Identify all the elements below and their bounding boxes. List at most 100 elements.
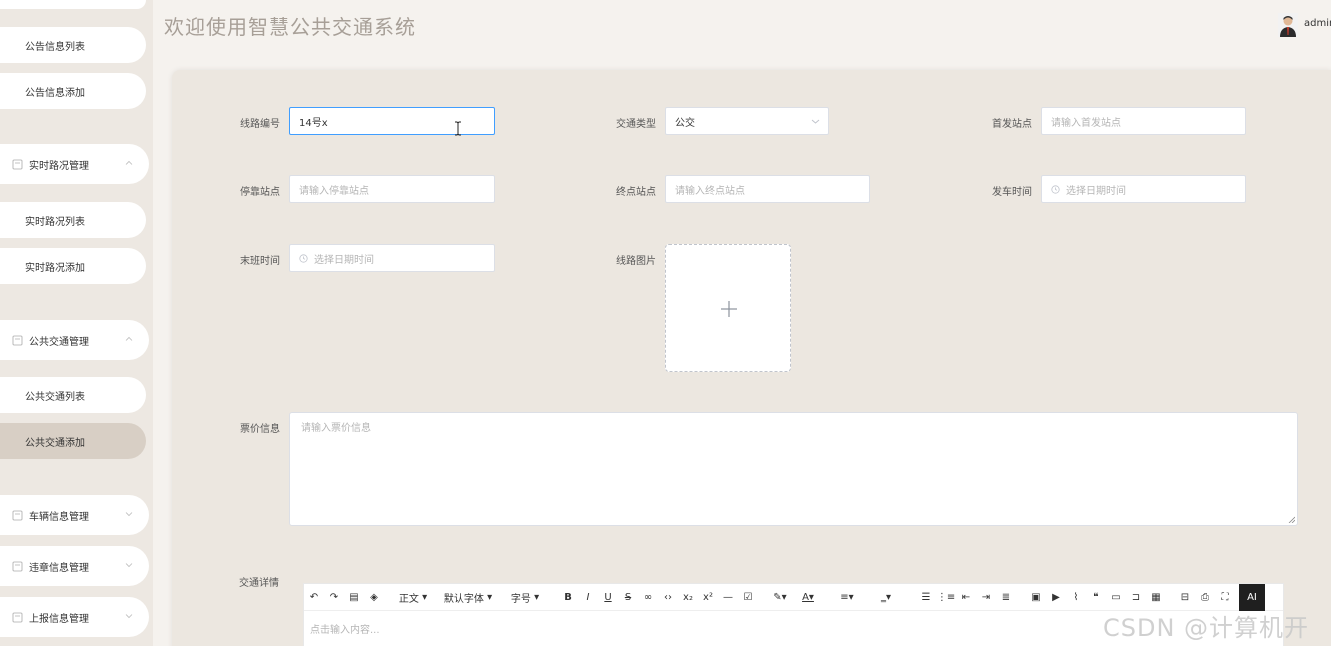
sidebar: 公告信息列表 公告信息添加 实时路况管理 实时路况列表 实时路况添加 公共交通管… [0, 0, 153, 646]
line-height-icon[interactable]: ‗▾ [875, 584, 897, 611]
chevron-down-icon [125, 563, 133, 568]
font-size-select[interactable]: 字号 ▾ [508, 584, 542, 611]
chevron-up-icon [125, 336, 133, 341]
quote-icon[interactable]: ❝ [1089, 584, 1103, 611]
sidebar-group-transit[interactable]: 公共交通管理 [0, 320, 149, 360]
sidebar-item-label: 违章信息管理 [29, 562, 89, 574]
chevron-down-icon [125, 614, 133, 619]
sidebar-item-label: 公共交通列表 [25, 391, 85, 403]
sidebar-item-label: 车辆信息管理 [29, 511, 89, 523]
document-icon [12, 510, 23, 520]
clear-format-icon[interactable]: ◈ [366, 584, 382, 611]
font-size-label: 字号 [510, 594, 531, 605]
sidebar-item-notice-add[interactable]: 公告信息添加 [0, 73, 146, 109]
ai-button[interactable]: AI [1239, 584, 1265, 611]
last-time-placeholder: 选择日期时间 [314, 254, 374, 266]
depart-time-label: 发车时间 [992, 187, 1032, 198]
fullscreen-icon[interactable]: ⛶ [1218, 584, 1232, 611]
first-station-label: 首发站点 [992, 119, 1032, 130]
route-image-label: 线路图片 [616, 256, 656, 267]
undo-icon[interactable]: ↶ [306, 584, 322, 611]
redo-icon[interactable]: ↷ [326, 584, 342, 611]
sidebar-group-report[interactable]: 上报信息管理 [0, 597, 149, 637]
chevron-down-icon [811, 119, 820, 124]
fare-textarea[interactable]: 请输入票价信息 [289, 412, 1298, 526]
subscript-icon[interactable]: x₂ [681, 584, 695, 611]
sidebar-item-label: 公告信息添加 [25, 87, 85, 99]
avatar[interactable] [1278, 13, 1298, 37]
font-select[interactable]: 默认字体 ▾ [442, 584, 494, 611]
sidebar-item-traffic-list[interactable]: 实时路况列表 [0, 202, 146, 238]
stop-station-input[interactable]: 请输入停靠站点 [289, 175, 495, 203]
depart-time-picker[interactable]: 选择日期时间 [1041, 175, 1246, 203]
align-icon[interactable]: ≡▾ [836, 584, 858, 611]
route-no-input[interactable]: 14号x [289, 107, 495, 135]
code-icon[interactable]: ‹› [661, 584, 675, 611]
first-station-placeholder: 请输入首发站点 [1051, 117, 1121, 129]
resize-handle-icon[interactable] [1288, 516, 1295, 523]
fare-placeholder: 请输入票价信息 [301, 423, 371, 434]
route-image-upload[interactable] [665, 244, 791, 372]
transport-type-select[interactable]: 公交 [665, 107, 829, 135]
image-icon[interactable]: ▣ [1029, 584, 1043, 611]
superscript-icon[interactable]: x² [701, 584, 715, 611]
bold-icon[interactable]: B [561, 584, 575, 611]
italic-icon[interactable]: I [581, 584, 595, 611]
numbered-list-icon[interactable]: ⋮≡ [937, 584, 955, 611]
plus-icon [721, 301, 737, 317]
last-time-picker[interactable]: 选择日期时间 [289, 244, 495, 272]
editor-toolbar: ↶ ↷ ▤ ◈ 正文 ▾ 默认字体 ▾ 字号 ▾ B I U S ∞ ‹› x₂… [304, 584, 1283, 611]
sidebar-item-partial [0, 0, 146, 9]
sidebar-item-label: 公告信息列表 [25, 41, 85, 53]
chevron-up-icon [125, 160, 133, 165]
bullet-list-icon[interactable]: ☰ [919, 584, 933, 611]
sidebar-item-transit-add[interactable]: 公共交通添加 [0, 423, 146, 459]
strikethrough-icon[interactable]: S [621, 584, 635, 611]
text-cursor-icon [455, 121, 461, 136]
clock-icon [1051, 184, 1060, 194]
depart-time-placeholder: 选择日期时间 [1066, 185, 1126, 197]
transport-type-value: 公交 [675, 117, 695, 129]
print-icon[interactable]: ⎙ [1198, 584, 1212, 611]
preview-icon[interactable]: ⊟ [1178, 584, 1192, 611]
video-icon[interactable]: ▶ [1049, 584, 1063, 611]
indent-decrease-icon[interactable]: ⇤ [959, 584, 973, 611]
sidebar-group-violation[interactable]: 违章信息管理 [0, 546, 149, 586]
paragraph-select[interactable]: 正文 ▾ [396, 584, 430, 611]
indent-increase-icon[interactable]: ⇥ [979, 584, 993, 611]
paragraph-label: 正文 [398, 594, 419, 605]
format-painter-icon[interactable]: ▤ [346, 584, 362, 611]
sidebar-item-label: 实时路况添加 [25, 262, 85, 274]
horizontal-rule-icon[interactable]: — [721, 584, 735, 611]
page-title: 欢迎使用智慧公共交通系统 [164, 15, 416, 39]
stop-station-placeholder: 请输入停靠站点 [299, 185, 369, 197]
table-icon[interactable]: ▦ [1149, 584, 1163, 611]
font-color-icon[interactable]: A▾ [797, 584, 819, 611]
document-icon [12, 612, 23, 622]
sidebar-item-label: 公共交通管理 [29, 336, 89, 348]
divider-icon[interactable]: ⊐ [1129, 584, 1143, 611]
link-icon[interactable]: ∞ [641, 584, 655, 611]
route-no-label: 线路编号 [240, 119, 280, 130]
sidebar-group-vehicle[interactable]: 车辆信息管理 [0, 495, 149, 535]
code-block-icon[interactable]: ▭ [1109, 584, 1123, 611]
username[interactable]: admin [1304, 18, 1331, 29]
todo-icon[interactable]: ☑ [741, 584, 755, 611]
sidebar-item-label: 实时路况列表 [25, 216, 85, 228]
chevron-down-icon [125, 512, 133, 517]
sidebar-item-traffic-add[interactable]: 实时路况添加 [0, 248, 146, 284]
sidebar-item-notice-list[interactable]: 公告信息列表 [0, 27, 146, 63]
underline-icon[interactable]: U [601, 584, 615, 611]
highlight-color-icon[interactable]: ✎▾ [769, 584, 791, 611]
watermark: CSDN @计算机开发 [1103, 614, 1310, 642]
sidebar-item-transit-list[interactable]: 公共交通列表 [0, 377, 146, 413]
justify-icon[interactable]: ≣ [999, 584, 1013, 611]
end-station-input[interactable]: 请输入终点站点 [665, 175, 870, 203]
fare-label: 票价信息 [240, 424, 280, 435]
sidebar-group-traffic[interactable]: 实时路况管理 [0, 144, 149, 184]
first-station-input[interactable]: 请输入首发站点 [1041, 107, 1246, 135]
sidebar-item-label: 公共交通添加 [25, 437, 85, 449]
attachment-icon[interactable]: ⌇ [1069, 584, 1083, 611]
sidebar-item-label: 实时路况管理 [29, 160, 89, 172]
details-label: 交通详情 [239, 578, 279, 589]
